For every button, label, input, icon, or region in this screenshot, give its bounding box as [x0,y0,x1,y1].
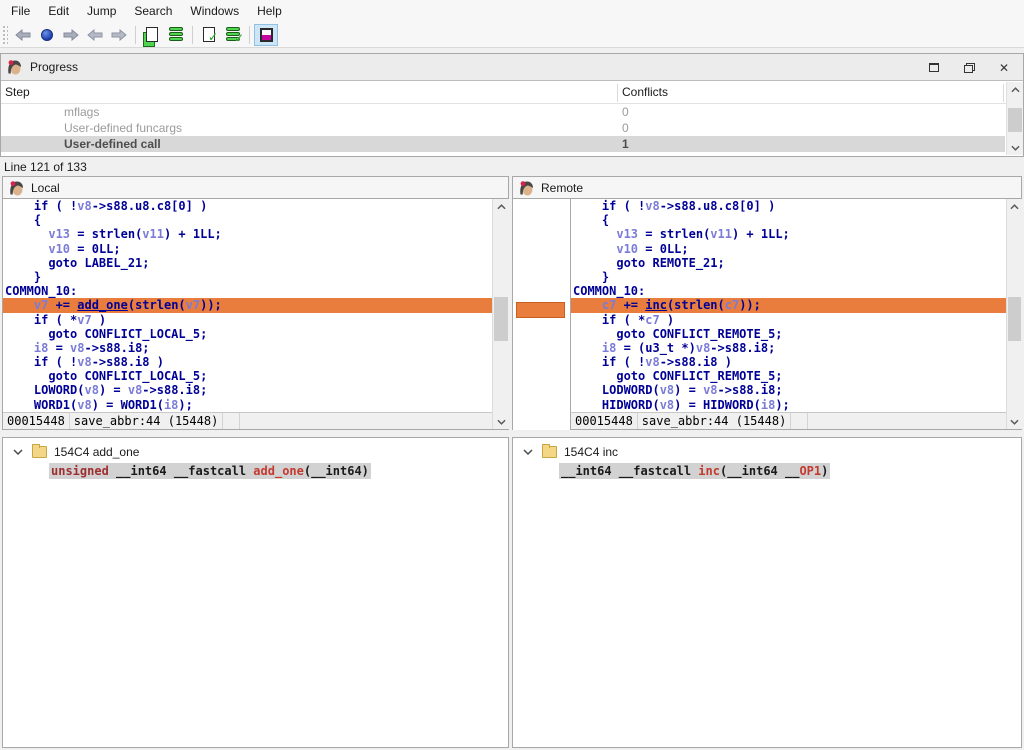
menu-windows[interactable]: Windows [181,1,248,21]
remote-diff-gutter [513,199,570,430]
remote-function-signature[interactable]: __int64 __fastcall inc(__int64 __OP1) [559,463,830,479]
toolbar-grip[interactable] [2,25,8,45]
menu-edit[interactable]: Edit [39,1,78,21]
code-line[interactable]: goto CONFLICT_LOCAL_5; [3,327,492,341]
table-header-row: Step Conflicts [1,82,1023,104]
code-line[interactable]: } [571,270,1006,284]
progress-titlebar[interactable]: Progress ✕ [1,54,1023,81]
code-line[interactable]: { [3,213,492,227]
menu-help[interactable]: Help [248,1,291,21]
code-line[interactable]: WORD1(v8) = WORD1(i8); [3,398,492,412]
table-row[interactable]: User-defined call1 [1,136,1005,152]
maximize-button[interactable] [923,58,945,78]
local-pane-header[interactable]: Local [3,177,508,199]
remote-statusbar: 00015448save_abbr:44 (15448) [570,412,1006,429]
line-status: Line 121 of 133 [4,158,87,176]
remote-function-pane: 154C4 inc __int64 __fastcall inc(__int64… [512,437,1022,748]
code-line[interactable]: if ( !v8->s88.i8 ) [571,355,1006,369]
remote-pane-title: Remote [541,181,583,195]
status-cell [223,413,239,429]
local-pane: Local if ( !v8->s88.u8.c8[0] ) { v13 = s… [2,176,509,430]
code-line[interactable]: if ( !v8->s88.u8.c8[0] ) [3,199,492,213]
record-position-icon[interactable] [35,24,59,46]
code-line[interactable]: goto CONFLICT_LOCAL_5; [3,369,492,383]
local-database-icon[interactable] [140,24,164,46]
code-line[interactable]: if ( *c7 ) [571,313,1006,327]
highlighted-code-line[interactable]: v7 += add_one(strlen(v7)); [3,298,492,312]
ida-pane-icon [8,180,24,196]
code-line[interactable]: } [3,270,492,284]
local-function-label[interactable]: 154C4 add_one [54,445,139,459]
code-line[interactable]: goto CONFLICT_REMOTE_5; [571,327,1006,341]
chevron-down-icon[interactable] [523,448,533,456]
code-line[interactable]: i8 = v8->s88.i8; [3,341,492,355]
code-line[interactable]: { [571,213,1006,227]
progress-title: Progress [30,60,78,74]
table-row[interactable]: mflags0 [1,104,1005,120]
code-line[interactable]: goto REMOTE_21; [571,256,1006,270]
local-statusbar: 00015448save_abbr:44 (15448) [3,412,492,429]
code-line[interactable]: LODWORD(v8) = v8->s88.i8; [571,383,1006,397]
status-cell [791,413,807,429]
code-line[interactable]: if ( !v8->s88.i8 ) [3,355,492,369]
status-cell: 00015448 [571,413,638,429]
local-list-icon[interactable] [164,24,188,46]
code-line[interactable]: if ( *v7 ) [3,313,492,327]
restore-button[interactable] [958,58,980,78]
column-header-conflicts[interactable]: Conflicts [622,85,668,99]
menu-jump[interactable]: Jump [78,1,125,21]
code-line[interactable]: i8 = (u3_t *)v8->s88.i8; [571,341,1006,355]
chevron-down-icon[interactable] [13,448,23,456]
status-cell: save_abbr:44 (15448) [638,413,792,429]
accept-list-icon[interactable]: ✓ [221,24,245,46]
steps-table: Step Conflicts mflags0User-defined funca… [1,82,1023,156]
table-scrollbar[interactable] [1006,82,1023,155]
code-line[interactable]: if ( !v8->s88.u8.c8[0] ) [571,199,1006,213]
jump-forward-icon[interactable] [107,24,131,46]
jump-back-icon[interactable] [83,24,107,46]
remote-code-view[interactable]: if ( !v8->s88.u8.c8[0] ) { v13 = strlen(… [570,199,1006,413]
code-line[interactable]: COMMON_10: [571,284,1006,298]
merge-view-icon[interactable] [254,24,278,46]
code-line[interactable]: HIDWORD(v8) = HIDWORD(i8); [571,398,1006,412]
local-pane-title: Local [31,181,60,195]
main-toolbar: ✓ ✓ [0,22,1024,48]
code-line[interactable]: goto CONFLICT_REMOTE_5; [571,369,1006,383]
code-line[interactable]: v13 = strlen(v11) + 1LL; [3,227,492,241]
progress-window: Progress ✕ Step Conflicts mflags0User-de… [0,53,1024,157]
menu-file[interactable]: File [2,1,39,21]
table-row[interactable]: User-defined funcargs0 [1,120,1005,136]
code-line[interactable]: v10 = 0LL; [3,242,492,256]
accept-database-icon[interactable]: ✓ [197,24,221,46]
remote-pane: Remote if ( !v8->s88.u8.c8[0] ) { v13 = … [512,176,1022,430]
code-line[interactable]: v10 = 0LL; [571,242,1006,256]
ida-pane-icon [518,180,534,196]
remote-scrollbar[interactable] [1006,199,1022,429]
close-button[interactable]: ✕ [993,58,1015,78]
remote-function-node[interactable]: 154C4 inc [513,443,618,461]
status-cell: 00015448 [3,413,70,429]
ida-app-icon [6,59,22,75]
diff-marker[interactable] [516,302,565,318]
folder-icon [32,446,47,458]
menu-search[interactable]: Search [125,1,181,21]
folder-icon [542,446,557,458]
local-scrollbar[interactable] [492,199,509,429]
menu-bar: FileEditJumpSearchWindowsHelp [0,0,1024,22]
local-code-view[interactable]: if ( !v8->s88.u8.c8[0] ) { v13 = strlen(… [3,199,492,413]
code-line[interactable]: v13 = strlen(v11) + 1LL; [571,227,1006,241]
status-cell: save_abbr:44 (15448) [70,413,224,429]
column-header-step[interactable]: Step [5,85,30,99]
nav-back-icon[interactable] [11,24,35,46]
local-function-node[interactable]: 154C4 add_one [3,443,139,461]
highlighted-code-line[interactable]: c7 += inc(strlen(c7)); [571,298,1006,312]
remote-pane-header[interactable]: Remote [513,177,1021,199]
local-function-signature[interactable]: unsigned __int64 __fastcall add_one(__in… [49,463,371,479]
code-line[interactable]: LOWORD(v8) = v8->s88.i8; [3,383,492,397]
remote-function-label[interactable]: 154C4 inc [564,445,618,459]
code-line[interactable]: COMMON_10: [3,284,492,298]
nav-forward-icon[interactable] [59,24,83,46]
code-line[interactable]: goto LABEL_21; [3,256,492,270]
local-function-pane: 154C4 add_one unsigned __int64 __fastcal… [2,437,509,748]
